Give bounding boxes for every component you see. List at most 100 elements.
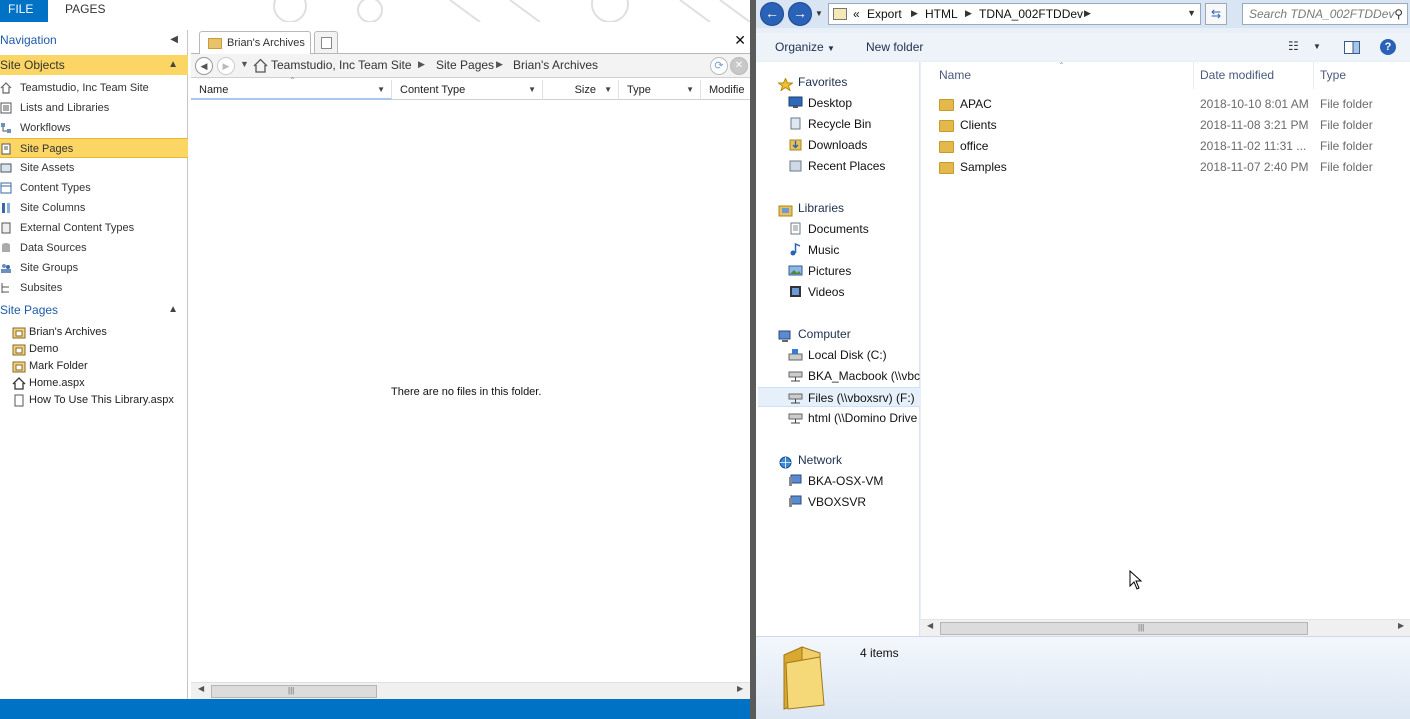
column-divider[interactable] (1193, 62, 1194, 89)
tree-favorites[interactable]: Favorites (778, 75, 847, 91)
address-overflow[interactable]: « (853, 7, 860, 21)
site-page-demo[interactable]: Demo (12, 341, 58, 358)
site-object-team-site[interactable]: Teamstudio, Inc Team Site (0, 78, 188, 98)
filter-dropdown-icon[interactable]: ▼ (604, 80, 612, 100)
site-page-mark-folder[interactable]: Mark Folder (12, 358, 88, 375)
address-segment-export[interactable]: Export (867, 7, 902, 21)
stop-icon[interactable]: ✕ (730, 57, 748, 75)
breadcrumb-brians-archives[interactable]: Brian's Archives (513, 58, 598, 72)
column-type[interactable]: Type (1320, 68, 1346, 82)
horizontal-scrollbar[interactable]: ◀ ||| ▶ (191, 682, 750, 699)
column-divider[interactable] (1313, 62, 1314, 89)
site-object-external-content-types[interactable]: External Content Types (0, 218, 188, 238)
explorer-navigation-tree: Favorites Desktop Recycle Bin Downloads … (756, 62, 920, 636)
tree-desktop[interactable]: Desktop (788, 93, 852, 113)
new-folder-button[interactable]: New folder (866, 40, 923, 54)
scroll-right-icon[interactable]: ▶ (1398, 621, 1404, 630)
scroll-left-icon[interactable]: ◀ (198, 684, 204, 693)
pages-tab[interactable]: PAGES (65, 0, 105, 22)
collapse-up-icon[interactable]: ▲ (168, 300, 178, 320)
tree-recent-places[interactable]: Recent Places (788, 156, 885, 176)
site-object-site-columns[interactable]: Site Columns (0, 198, 188, 218)
tree-network[interactable]: Network (778, 453, 842, 469)
collapse-up-icon[interactable]: ▲ (168, 55, 178, 75)
tree-music[interactable]: Music (788, 240, 839, 260)
file-row-office[interactable]: office 2018-11-02 11:31 ... File folder (921, 136, 1410, 157)
site-object-site-groups[interactable]: Site Groups (0, 258, 188, 278)
column-content-type[interactable]: Content Type ▼ (392, 80, 543, 100)
filter-dropdown-icon[interactable]: ▼ (686, 80, 694, 100)
tree-documents[interactable]: Documents (788, 219, 869, 239)
collapse-left-icon[interactable]: ◀ (170, 30, 178, 50)
tree-computer[interactable]: Computer (778, 327, 851, 342)
scrollbar-thumb[interactable]: ||| (211, 685, 377, 698)
filter-dropdown-icon[interactable]: ▼ (528, 80, 536, 100)
site-object-subsites[interactable]: Subsites (0, 278, 188, 298)
navigation-header[interactable]: Navigation ◀ (0, 30, 188, 50)
scroll-left-icon[interactable]: ◀ (927, 621, 933, 630)
file-tab[interactable]: FILE (0, 0, 48, 22)
address-segment-tdna[interactable]: TDNA_002FTDDev (979, 7, 1083, 21)
search-input[interactable]: Search TDNA_002FTDDev ⚲ (1242, 3, 1408, 25)
column-type[interactable]: Type ▼ (619, 80, 701, 100)
preview-pane-icon[interactable] (1344, 41, 1360, 54)
filter-dropdown-icon[interactable]: ▼ (377, 80, 385, 100)
file-row-samples[interactable]: Samples 2018-11-07 2:40 PM File folder (921, 157, 1410, 178)
tree-files-vboxsrv[interactable]: Files (\\vboxsrv) (F:) (758, 387, 920, 407)
site-object-site-assets[interactable]: Site Assets (0, 158, 188, 178)
address-separator-icon[interactable]: ▶ (965, 8, 972, 19)
back-button[interactable]: ◀ (195, 57, 213, 75)
column-name[interactable]: Name (939, 68, 971, 82)
help-icon[interactable]: ? (1380, 39, 1396, 55)
scroll-right-icon[interactable]: ▶ (737, 684, 743, 693)
file-row-clients[interactable]: Clients 2018-11-08 3:21 PM File folder (921, 115, 1410, 136)
tab-brians-archives[interactable]: Brian's Archives (199, 31, 311, 55)
site-object-lists-libraries[interactable]: Lists and Libraries (0, 98, 188, 118)
tree-libraries[interactable]: Libraries (778, 201, 844, 217)
forward-button[interactable]: → (788, 2, 812, 26)
organize-button[interactable]: Organize ▼ (775, 40, 835, 54)
address-dropdown-icon[interactable]: ▼ (1187, 8, 1196, 18)
scrollbar-thumb[interactable]: ||| (940, 622, 1308, 635)
horizontal-scrollbar[interactable]: ◀ ||| ▶ (921, 619, 1410, 636)
tree-vboxsvr[interactable]: VBOXSVR (788, 492, 866, 512)
forward-button[interactable]: ▶ (217, 57, 235, 75)
tree-downloads[interactable]: Downloads (788, 135, 867, 155)
back-button[interactable]: ← (760, 2, 784, 26)
column-modified[interactable]: Modifie (701, 80, 750, 100)
site-objects-header[interactable]: Site Objects ▲ (0, 55, 188, 75)
tree-local-disk[interactable]: Local Disk (C:) (788, 345, 887, 365)
refresh-icon[interactable]: ⟳ (710, 57, 728, 75)
tree-videos[interactable]: Videos (788, 282, 844, 302)
site-pages-header[interactable]: Site Pages ▲ (0, 300, 188, 320)
view-options-icon[interactable]: ☷ (1288, 39, 1299, 53)
tree-bka-osx-vm[interactable]: BKA-OSX-VM (788, 471, 883, 491)
site-page-brians-archives[interactable]: Brian's Archives (12, 324, 107, 341)
address-segment-html[interactable]: HTML (925, 7, 958, 21)
column-date-modified[interactable]: Date modified (1200, 68, 1274, 82)
tree-recycle-bin[interactable]: Recycle Bin (788, 114, 871, 134)
address-separator-icon[interactable]: ▶ (911, 8, 918, 19)
breadcrumb-team-site[interactable]: Teamstudio, Inc Team Site (271, 58, 412, 72)
site-page-home[interactable]: Home.aspx (12, 375, 85, 392)
address-separator-icon[interactable]: ▶ (1084, 8, 1091, 19)
tree-pictures[interactable]: Pictures (788, 261, 851, 281)
address-bar[interactable]: « Export ▶ HTML ▶ TDNA_002FTDDev ▶ ▼ (828, 3, 1201, 25)
site-object-data-sources[interactable]: Data Sources (0, 238, 188, 258)
close-tab-icon[interactable]: ✕ (734, 32, 746, 49)
site-object-workflows[interactable]: Workflows (0, 118, 188, 138)
tree-html-domino[interactable]: html (\\Domino Drive (788, 408, 917, 428)
history-dropdown-icon[interactable]: ▼ (240, 59, 249, 69)
refresh-button[interactable]: ⇆ (1205, 3, 1227, 25)
breadcrumb-site-pages[interactable]: Site Pages (436, 58, 494, 72)
file-row-apac[interactable]: APAC 2018-10-10 8:01 AM File folder (921, 94, 1410, 115)
site-page-how-to-use[interactable]: How To Use This Library.aspx (12, 392, 174, 409)
recent-pages-dropdown-icon[interactable]: ▼ (815, 9, 823, 18)
view-dropdown-icon[interactable]: ▼ (1313, 42, 1321, 51)
tree-bka-macbook[interactable]: BKA_Macbook (\\vbc (788, 366, 920, 386)
site-object-site-pages[interactable]: Site Pages (0, 138, 188, 158)
new-tab-button[interactable] (314, 31, 338, 53)
site-object-content-types[interactable]: Content Types (0, 178, 188, 198)
column-size[interactable]: Size ▼ (543, 80, 619, 100)
search-icon[interactable]: ⚲ (1394, 4, 1403, 24)
